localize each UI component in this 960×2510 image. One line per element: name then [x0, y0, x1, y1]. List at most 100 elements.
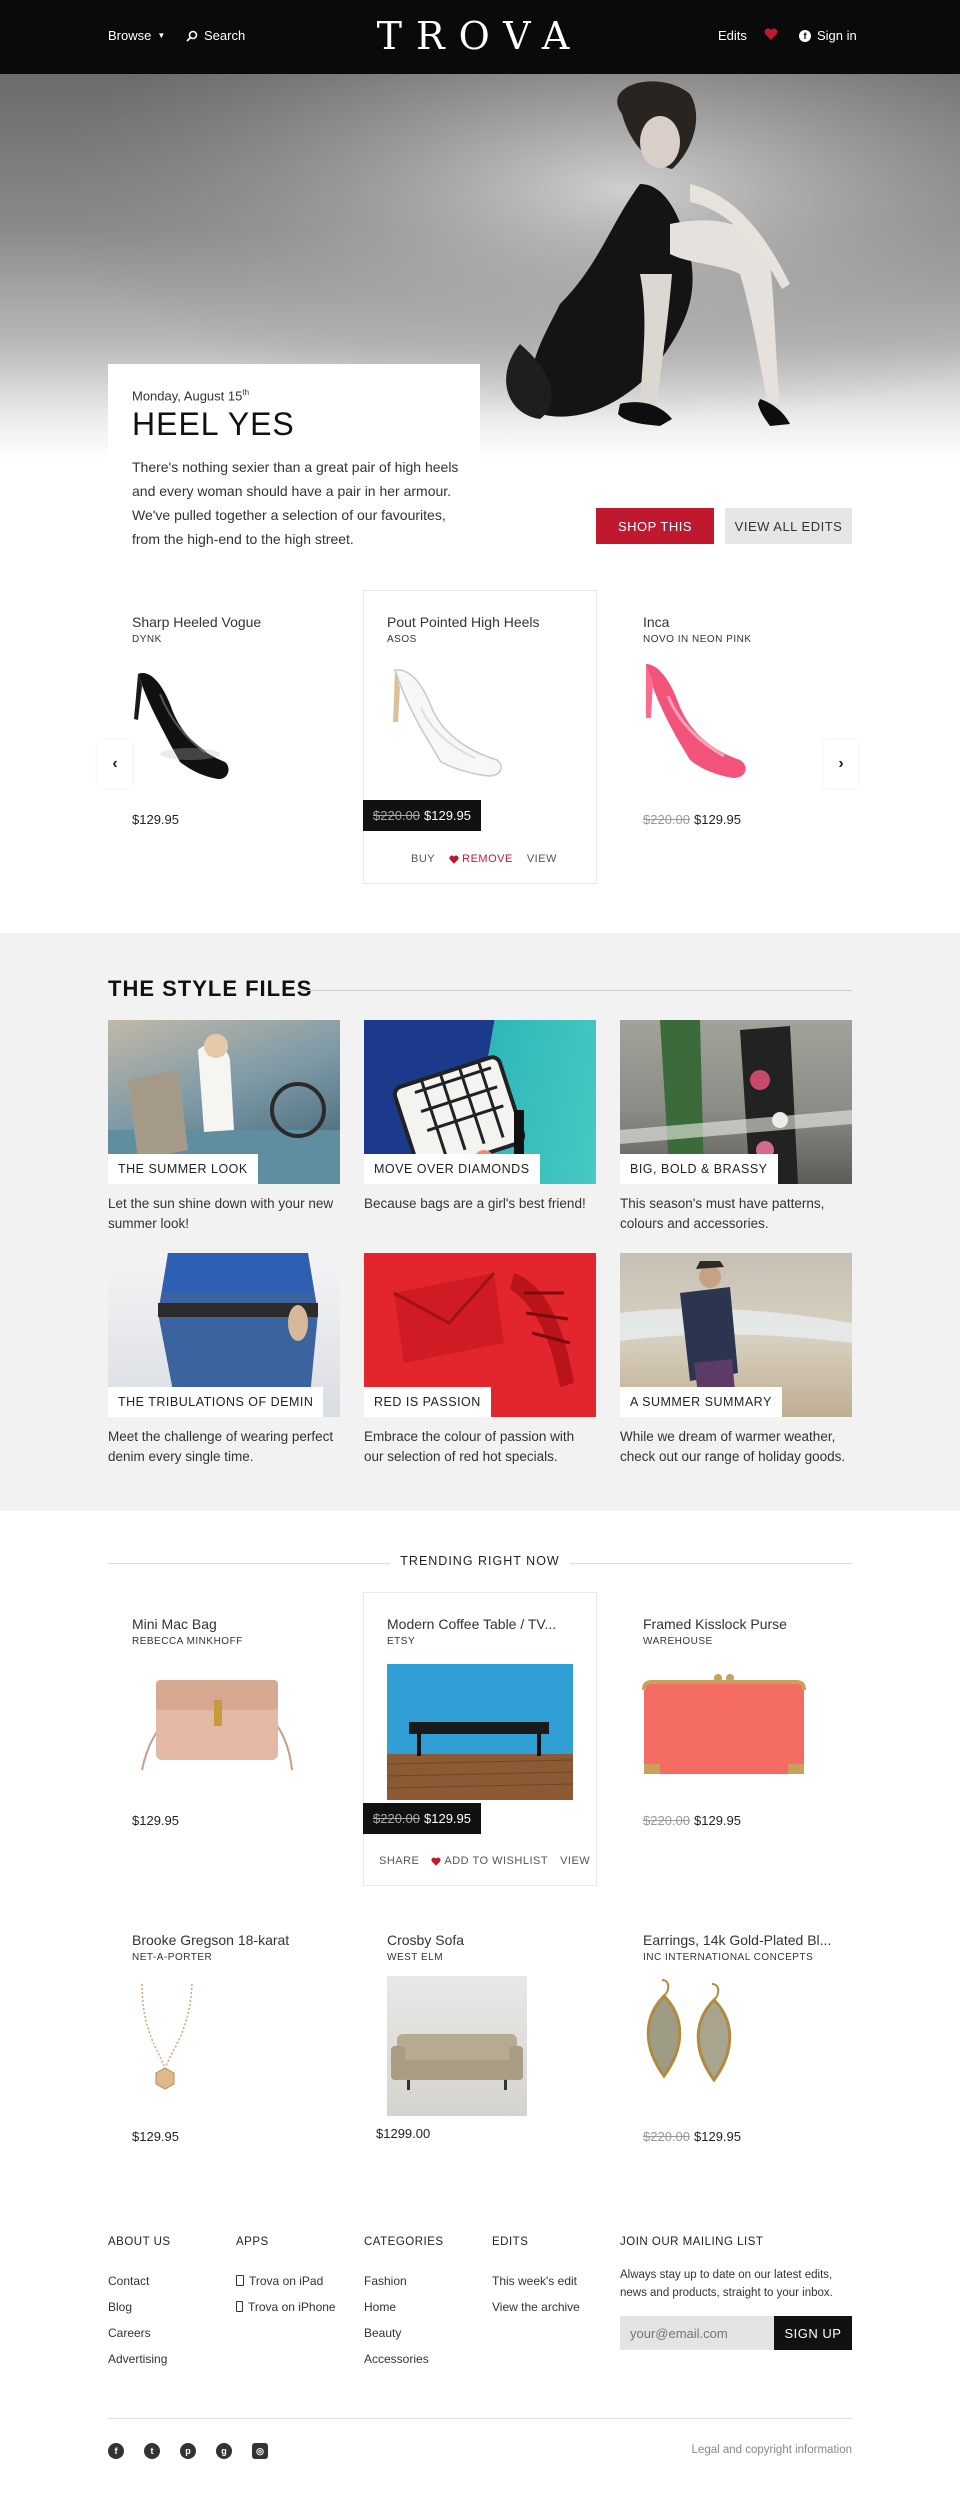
tile-label: THE SUMMER LOOK — [108, 1154, 258, 1184]
pinterest-icon[interactable]: p — [180, 2443, 196, 2459]
product-image-coffee-table[interactable] — [387, 1664, 573, 1800]
buy-link[interactable]: BUY — [411, 853, 435, 865]
legal-link[interactable]: Legal and copyright information — [600, 2444, 852, 2456]
product-price: $220.00 $129.95 — [363, 800, 481, 831]
facebook-icon[interactable]: f — [108, 2443, 124, 2459]
shop-this-button[interactable]: SHOP THIS — [596, 508, 714, 544]
style-file-tile[interactable]: A SUMMER SUMMARY While we dream of warme… — [620, 1253, 852, 1467]
product-brand: INC INTERNATIONAL CONCEPTS — [643, 1952, 814, 1963]
product-price: $220.00 $129.95 — [643, 2129, 741, 2144]
share-link[interactable]: SHARE — [379, 1855, 419, 1867]
product-brand: ASOS — [387, 634, 417, 645]
tribulations-of-demin-image: THE TRIBULATIONS OF DEMIN — [108, 1253, 340, 1417]
tile-description: Meet the challenge of wearing perfect de… — [108, 1429, 334, 1464]
summer-summary-image: A SUMMER SUMMARY — [620, 1253, 852, 1417]
product-price: $220.00 $129.95 — [363, 1803, 481, 1834]
signup-button[interactable]: SIGN UP — [774, 2316, 852, 2350]
product-image-pink-heel[interactable] — [640, 660, 760, 790]
wishlist-link[interactable]: ADD TO WISHLIST — [431, 1855, 548, 1867]
product-image-mini-mac-bag[interactable] — [132, 1660, 302, 1780]
carousel-next-button[interactable]: › — [824, 740, 858, 788]
email-input[interactable] — [620, 2316, 774, 2350]
product-image-necklace[interactable] — [132, 1980, 212, 2100]
style-file-tile[interactable]: RED IS PASSION Embrace the colour of pas… — [364, 1253, 596, 1467]
trending-item[interactable]: Crosby Sofa WEST ELM — [387, 1932, 619, 1963]
googleplus-icon[interactable]: g — [216, 2443, 232, 2459]
style-file-tile[interactable]: THE SUMMER LOOK Let the sun shine down w… — [108, 1020, 340, 1234]
style-files-title: THE STYLE FILES — [108, 976, 313, 1001]
red-is-passion-image: RED IS PASSION — [364, 1253, 596, 1417]
style-file-tile[interactable]: MOVE OVER DIAMONDS Because bags are a gi… — [364, 1020, 596, 1214]
instagram-icon[interactable]: ◎ — [252, 2443, 268, 2459]
footer-link-advertising[interactable]: Advertising — [108, 2352, 171, 2366]
twitter-icon[interactable]: t — [144, 2443, 160, 2459]
product-name: Earrings, 14k Gold-Plated Bl... — [643, 1932, 832, 1948]
view-link[interactable]: VIEW — [527, 853, 557, 865]
style-file-tile[interactable]: THE TRIBULATIONS OF DEMIN Meet the chall… — [108, 1253, 340, 1467]
product-image-kisslock-purse[interactable] — [640, 1670, 810, 1780]
tile-label: RED IS PASSION — [364, 1387, 491, 1417]
product-brand: NET-A-PORTER — [132, 1952, 213, 1963]
carousel-prev-button[interactable]: ‹ — [98, 740, 132, 788]
heart-icon — [764, 28, 778, 40]
product-card[interactable]: Inca NOVO IN NEON PINK — [643, 614, 875, 645]
footer-link-contact[interactable]: Contact — [108, 2274, 171, 2288]
remove-link[interactable]: REMOVE — [449, 853, 513, 865]
tablet-icon — [236, 2275, 244, 2286]
trending-title: TRENDING RIGHT NOW — [390, 1554, 570, 1568]
footer-link-archive[interactable]: View the archive — [492, 2300, 580, 2314]
product-image-black-heel[interactable] — [130, 664, 240, 794]
tile-description: Because bags are a girl's best friend! — [364, 1196, 586, 1211]
product-price: $129.95 — [132, 812, 179, 827]
trending-item[interactable]: Framed Kisslock Purse WAREHOUSE — [643, 1616, 875, 1647]
product-price: $129.95 — [132, 1813, 179, 1828]
trending-item[interactable]: Earrings, 14k Gold-Plated Bl... INC INTE… — [643, 1932, 875, 1963]
product-brand: NOVO IN NEON PINK — [643, 634, 752, 645]
product-price: $1299.00 — [376, 2126, 431, 2141]
product-image-crosby-sofa[interactable] — [387, 1976, 527, 2116]
product-name: Mini Mac Bag — [132, 1616, 217, 1632]
trending-item[interactable]: Mini Mac Bag REBECCA MINKHOFF — [132, 1616, 364, 1647]
favorites-button[interactable] — [764, 28, 778, 40]
view-link[interactable]: VIEW — [560, 1855, 590, 1867]
product-card[interactable]: Sharp Heeled Vogue DYNK — [132, 614, 364, 645]
signin-link[interactable]: f Sign in — [799, 28, 857, 43]
view-all-edits-button[interactable]: VIEW ALL EDITS — [725, 508, 852, 544]
edits-link[interactable]: Edits — [718, 28, 747, 43]
trending-item[interactable]: Modern Coffee Table / TV... ETSY — [387, 1616, 619, 1647]
chevron-left-icon: ‹ — [112, 755, 118, 772]
footer-link-ipad[interactable]: Trova on iPad — [236, 2274, 336, 2288]
product-actions: BUY REMOVE VIEW — [411, 853, 557, 865]
footer-heading: EDITS — [492, 2236, 529, 2248]
phone-icon — [236, 2301, 243, 2312]
product-price: $220.00 $129.95 — [643, 812, 741, 827]
footer-heading: CATEGORIES — [364, 2236, 444, 2248]
footer-link-fashion[interactable]: Fashion — [364, 2274, 444, 2288]
footer-categories: CATEGORIES Fashion Home Beauty Accessori… — [364, 2236, 444, 2378]
footer-link-iphone[interactable]: Trova on iPhone — [236, 2300, 336, 2314]
footer-link-beauty[interactable]: Beauty — [364, 2326, 444, 2340]
footer-mailing-list: JOIN OUR MAILING LIST Always stay up to … — [620, 2236, 852, 2350]
product-name: Inca — [643, 614, 670, 630]
product-name: Crosby Sofa — [387, 1932, 465, 1948]
tile-description: Let the sun shine down with your new sum… — [108, 1196, 334, 1231]
chevron-right-icon: › — [838, 755, 844, 772]
footer-link-blog[interactable]: Blog — [108, 2300, 171, 2314]
tile-label: BIG, BOLD & BRASSY — [620, 1154, 778, 1184]
footer-link-careers[interactable]: Careers — [108, 2326, 171, 2340]
product-image-earrings[interactable] — [640, 1976, 750, 2106]
edits-label: Edits — [718, 28, 747, 43]
style-file-tile[interactable]: BIG, BOLD & BRASSY This season's must ha… — [620, 1020, 852, 1234]
footer-about: ABOUT US Contact Blog Careers Advertisin… — [108, 2236, 171, 2378]
trending-actions: SHARE ADD TO WISHLIST VIEW — [379, 1855, 590, 1867]
big-bold-brassy-image: BIG, BOLD & BRASSY — [620, 1020, 852, 1184]
product-brand: ETSY — [387, 1636, 416, 1647]
product-brand: WAREHOUSE — [643, 1636, 713, 1647]
trending-item[interactable]: Brooke Gregson 18-karat NET-A-PORTER — [132, 1932, 364, 1963]
footer-apps: APPS Trova on iPad Trova on iPhone — [236, 2236, 336, 2326]
product-image-white-heel[interactable] — [385, 664, 510, 784]
product-card[interactable]: Pout Pointed High Heels ASOS — [387, 614, 619, 645]
footer-link-this-week[interactable]: This week's edit — [492, 2274, 580, 2288]
footer-link-accessories[interactable]: Accessories — [364, 2352, 444, 2366]
footer-link-home[interactable]: Home — [364, 2300, 444, 2314]
